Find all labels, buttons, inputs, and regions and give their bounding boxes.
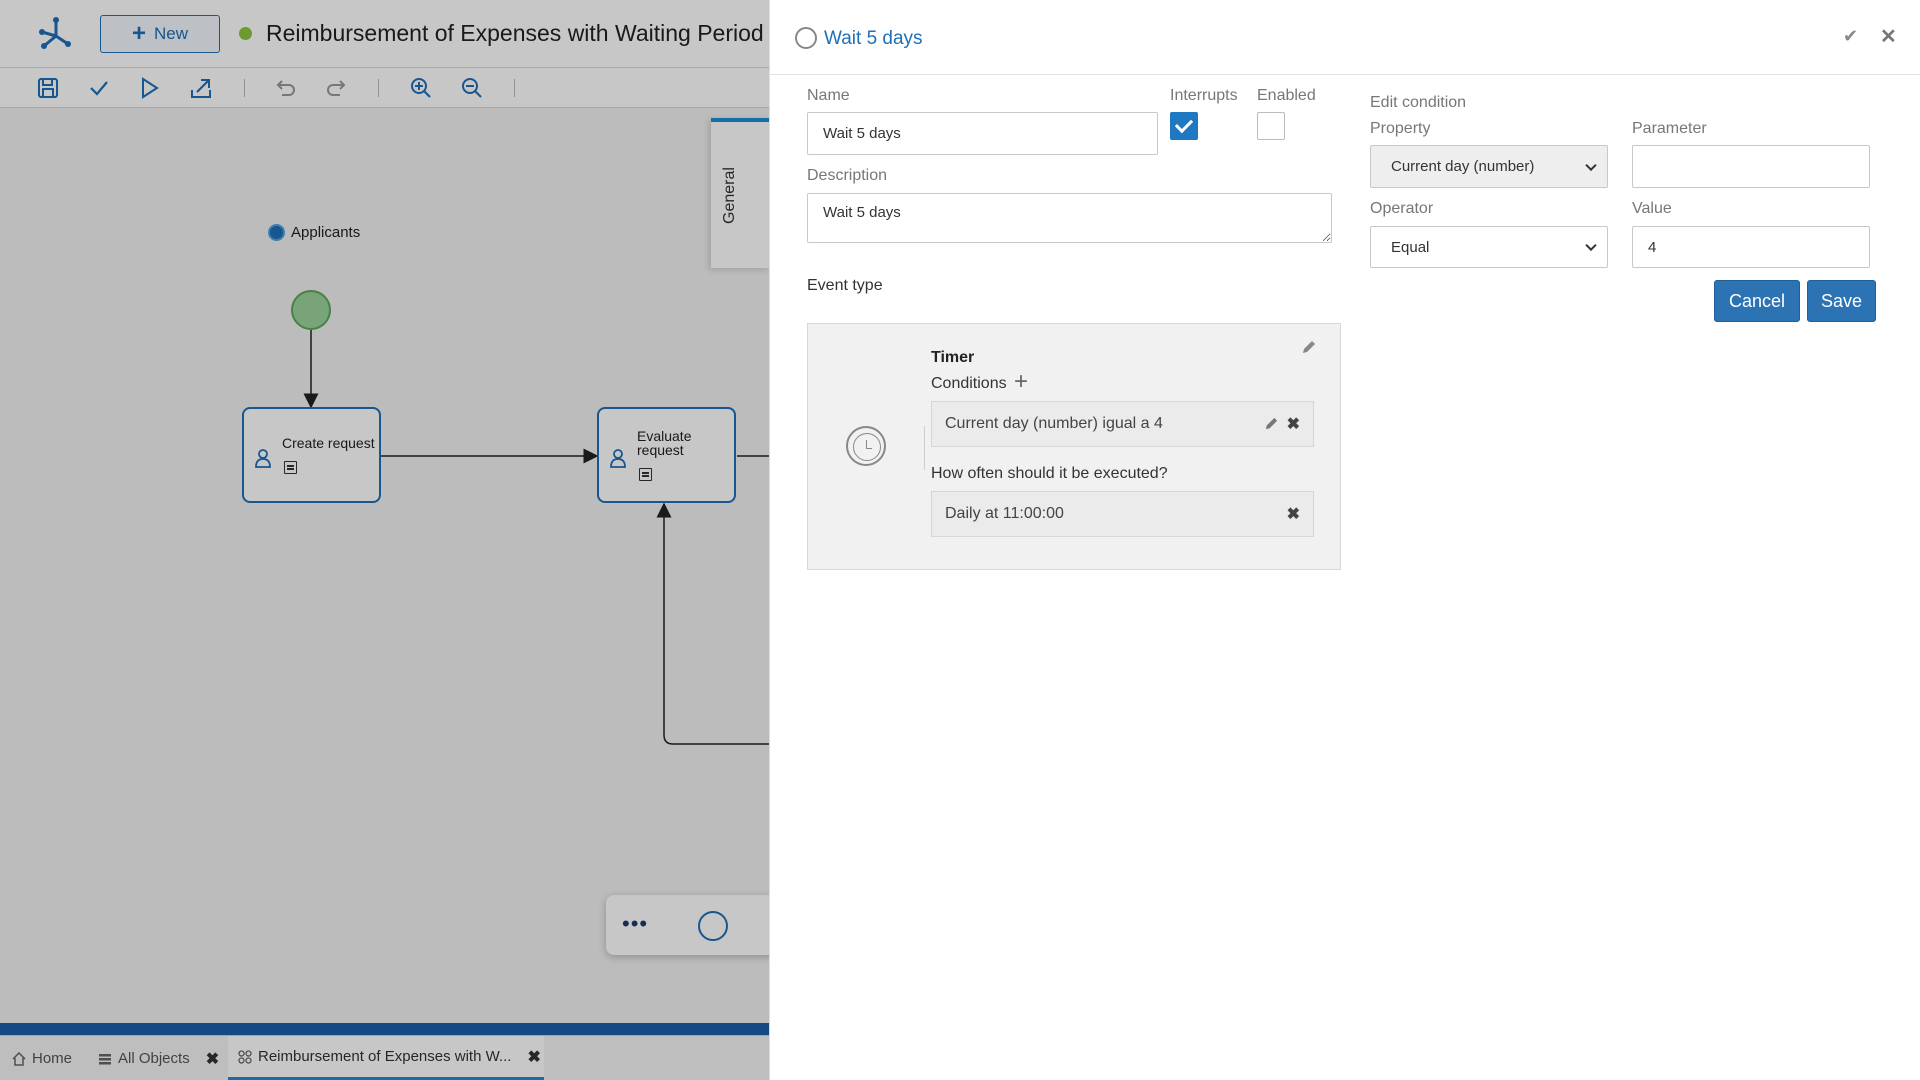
- operator-label: Operator: [1370, 200, 1434, 217]
- close-tab-icon[interactable]: ✖: [206, 1049, 219, 1069]
- frequency-item[interactable]: Daily at 11:00:00 ✖: [931, 491, 1314, 537]
- sequence-flows: [303, 330, 769, 745]
- timer-clock-icon: [846, 426, 886, 466]
- chevron-down-icon: [1585, 239, 1597, 252]
- parameter-label: Parameter: [1632, 120, 1707, 137]
- tab-home[interactable]: Home: [12, 1036, 72, 1080]
- task-label: Evaluate request: [637, 428, 692, 458]
- conditions-label: Conditions: [931, 375, 1007, 392]
- property-selected: Current day (number): [1391, 158, 1535, 175]
- name-label: Name: [807, 87, 850, 104]
- chevron-down-icon: [1585, 159, 1597, 171]
- form-icon: [639, 468, 652, 481]
- interrupts-checkbox[interactable]: [1170, 112, 1198, 140]
- user-task-icon: [255, 449, 271, 468]
- tab-home-label: Home: [32, 1050, 73, 1067]
- edit-pencil-icon[interactable]: [1301, 339, 1317, 355]
- property-select[interactable]: Current day (number): [1370, 145, 1608, 188]
- intermediate-event-icon: [795, 27, 817, 49]
- frequency-text: Daily at 11:00:00: [945, 505, 1064, 522]
- workspace-tabs: Home All Objects ✖ Reimbursement of Expe…: [0, 1035, 769, 1080]
- enabled-checkbox[interactable]: [1257, 112, 1285, 140]
- more-options-icon[interactable]: •••: [622, 911, 648, 937]
- edit-pencil-icon[interactable]: [1264, 416, 1279, 431]
- operator-select[interactable]: Equal: [1370, 226, 1608, 268]
- close-tab-icon[interactable]: ✖: [527, 1047, 540, 1067]
- event-shape-icon[interactable]: [698, 911, 728, 941]
- remove-icon[interactable]: ✖: [1287, 414, 1300, 434]
- value-label: Value: [1632, 200, 1672, 217]
- user-task-icon: [610, 449, 626, 468]
- task-evaluate-request[interactable]: Evaluate request: [597, 407, 736, 503]
- save-button[interactable]: Save: [1807, 280, 1876, 322]
- tab-process[interactable]: Reimbursement of Expenses with W... ✖: [228, 1036, 544, 1080]
- add-condition-icon[interactable]: +: [1014, 368, 1028, 396]
- process-icon: [238, 1049, 252, 1064]
- description-label: Description: [807, 167, 888, 184]
- remove-icon[interactable]: ✖: [1287, 504, 1300, 524]
- close-icon[interactable]: ✕: [1880, 24, 1897, 49]
- timer-event-card: Timer Conditions + Current day (number) …: [807, 323, 1341, 570]
- task-label: Create request: [282, 435, 375, 451]
- operator-selected: Equal: [1391, 238, 1430, 256]
- lane-label[interactable]: Applicants: [268, 224, 360, 241]
- process-editor: + New Reimbursement of Expenses with Wai…: [0, 0, 769, 1080]
- description-textarea[interactable]: Wait 5 days: [807, 193, 1332, 243]
- globe-icon: [268, 224, 285, 241]
- condition-item[interactable]: Current day (number) igual a 4 ✖: [931, 401, 1314, 447]
- element-palette: •••: [606, 895, 769, 955]
- event-type-label: Event type: [807, 277, 883, 294]
- parameter-input[interactable]: [1632, 145, 1870, 188]
- start-event[interactable]: [291, 290, 331, 330]
- task-create-request[interactable]: Create request: [242, 407, 381, 503]
- interrupts-label: Interrupts: [1170, 87, 1238, 104]
- flow-loop-back: [656, 502, 769, 745]
- event-properties-panel: Wait 5 days ✔ ✕ Name Interrupts Enabled …: [769, 0, 1920, 1080]
- name-input[interactable]: [807, 112, 1158, 155]
- list-icon: [99, 1053, 111, 1064]
- divider: [924, 426, 925, 470]
- frequency-label: How often should it be executed?: [931, 465, 1168, 482]
- panel-header: Wait 5 days ✔ ✕: [770, 0, 1920, 75]
- tab-all-objects-label: All Objects: [118, 1050, 190, 1067]
- form-icon: [284, 461, 297, 474]
- property-label: Property: [1370, 120, 1431, 137]
- confirm-check-icon[interactable]: ✔: [1843, 26, 1858, 47]
- home-icon: [12, 1051, 26, 1066]
- timer-title: Timer: [931, 349, 975, 366]
- general-tab-label: General: [721, 167, 738, 224]
- edit-condition-heading: Edit condition: [1370, 94, 1467, 111]
- panel-title: Wait 5 days: [824, 28, 923, 49]
- lane-label-text: Applicants: [291, 224, 361, 241]
- general-side-tab[interactable]: General: [711, 118, 769, 268]
- enabled-label: Enabled: [1257, 87, 1316, 104]
- value-input[interactable]: [1632, 226, 1870, 268]
- bottom-progress-bar: [0, 1023, 769, 1035]
- cancel-button[interactable]: Cancel: [1714, 280, 1800, 322]
- tab-process-label: Reimbursement of Expenses with W...: [258, 1048, 512, 1065]
- condition-text: Current day (number) igual a 4: [945, 415, 1163, 432]
- tab-all-objects[interactable]: All Objects ✖: [98, 1036, 219, 1080]
